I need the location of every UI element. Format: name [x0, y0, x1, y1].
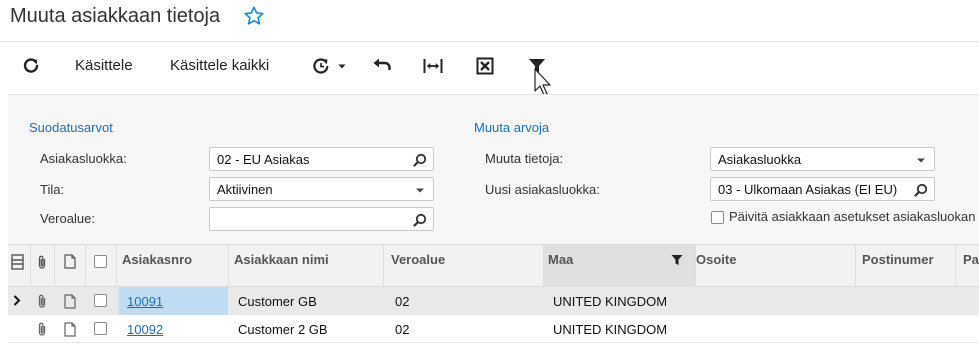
status-label: Tila: — [40, 182, 65, 197]
update-settings-label: Päivitä asiakkaan asetukset asiakasluoka… — [729, 209, 976, 224]
country-cell: UNITED KINGDOM — [553, 322, 668, 337]
column-separator — [855, 245, 856, 288]
schedule-refresh-icon — [313, 57, 329, 74]
process-button-label: Käsittele — [75, 57, 133, 74]
column-separator — [228, 245, 229, 288]
customer-grid: Asiakasnro Asiakkaan nimi Veroalue Maa O… — [8, 244, 979, 347]
row-select-checkbox[interactable] — [94, 322, 107, 335]
change-info-select[interactable]: Asiakasluokka — [710, 147, 935, 171]
excel-export-icon — [476, 57, 494, 74]
export-excel-button[interactable] — [476, 43, 494, 88]
note-icon[interactable] — [64, 322, 76, 337]
search-icon[interactable] — [914, 183, 928, 197]
column-header-more[interactable]: Pa — [963, 252, 979, 267]
update-settings-checkbox[interactable] — [711, 211, 724, 224]
column-header-country[interactable]: Maa — [548, 252, 573, 267]
new-class-value: 03 - Ulkomaan Asiakas (EI EU) — [718, 182, 898, 197]
schedule-menu-button[interactable] — [311, 43, 348, 88]
process-button[interactable]: Käsittele — [75, 43, 133, 88]
column-header-address[interactable]: Osoite — [696, 252, 736, 267]
column-header-customer-id[interactable]: Asiakasnro — [122, 252, 192, 267]
filter-panel: Suodatusarvot Asiakasluokka: 02 - EU Asi… — [8, 94, 979, 244]
fit-width-icon — [423, 58, 443, 73]
tax-zone-cell: 02 — [395, 294, 410, 309]
new-class-label: Uusi asiakasluokka: — [485, 182, 600, 197]
undo-button[interactable] — [372, 43, 392, 88]
select-all-checkbox[interactable] — [94, 255, 107, 268]
search-icon[interactable] — [413, 153, 427, 167]
status-value: Aktiivinen — [217, 182, 273, 197]
tax-zone-field[interactable] — [209, 207, 434, 231]
title-bar: Muuta asiakkaan tietoja — [0, 0, 979, 42]
process-all-button[interactable]: Käsittele kaikki — [170, 43, 269, 88]
chevron-down-icon — [338, 64, 346, 68]
column-separator — [85, 245, 86, 288]
process-all-button-label: Käsittele kaikki — [170, 57, 270, 74]
favorite-star-icon[interactable] — [243, 5, 265, 27]
refresh-icon — [23, 57, 39, 73]
column-separator — [543, 245, 544, 288]
change-section-header: Muuta arvoja — [474, 120, 550, 135]
column-header-tax-zone[interactable]: Veroalue — [391, 252, 445, 267]
column-separator — [54, 245, 55, 288]
customer-id-link[interactable]: 10092 — [127, 322, 163, 337]
column-filter-icon[interactable] — [671, 254, 683, 266]
attachment-icon[interactable] — [36, 293, 48, 309]
grid-header: Asiakasnro Asiakkaan nimi Veroalue Maa O… — [8, 244, 979, 288]
note-icon[interactable] — [64, 294, 76, 309]
attachment-icon — [38, 255, 46, 269]
filter-section-header: Suodatusarvot — [29, 120, 113, 135]
country-cell: UNITED KINGDOM — [553, 294, 668, 309]
customer-name-cell: Customer 2 GB — [238, 322, 328, 337]
table-row[interactable]: 10092 Customer 2 GB 02 UNITED KINGDOM — [8, 315, 979, 343]
chevron-down-icon[interactable] — [914, 153, 928, 167]
tax-zone-label: Veroalue: — [40, 211, 95, 226]
change-info-value: Asiakasluokka — [718, 152, 802, 167]
tax-zone-cell: 02 — [395, 322, 410, 337]
status-select[interactable]: Aktiivinen — [209, 177, 434, 201]
change-info-label: Muuta tietoja: — [485, 151, 564, 166]
customer-class-value: 02 - EU Asiakas — [217, 152, 310, 167]
customer-class-label: Asiakasluokka: — [40, 151, 127, 166]
new-class-field[interactable]: 03 - Ulkomaan Asiakas (EI EU) — [710, 177, 935, 201]
column-header-customer-name[interactable]: Asiakkaan nimi — [234, 252, 329, 267]
search-icon[interactable] — [413, 213, 427, 227]
undo-icon — [373, 58, 391, 70]
column-separator — [955, 245, 956, 288]
customer-id-link[interactable]: 10091 — [127, 294, 163, 309]
chevron-down-icon[interactable] — [413, 183, 427, 197]
page-title: Muuta asiakkaan tietoja — [10, 5, 221, 27]
customer-class-field[interactable]: 02 - EU Asiakas — [209, 147, 434, 171]
column-separator — [383, 245, 384, 288]
column-header-postal-code[interactable]: Postinumer — [862, 252, 934, 267]
column-separator — [30, 245, 31, 288]
column-separator — [116, 245, 117, 288]
table-row[interactable]: 10091 Customer GB 02 UNITED KINGDOM — [8, 287, 979, 315]
attachment-icon[interactable] — [36, 321, 48, 337]
toolbar: Käsittele Käsittele kaikki — [0, 43, 979, 96]
customer-name-cell: Customer GB — [238, 294, 317, 309]
current-row-arrow-icon — [13, 295, 21, 306]
refresh-button[interactable] — [22, 43, 40, 88]
fit-columns-button[interactable] — [423, 43, 443, 88]
row-menu-icon[interactable] — [11, 254, 24, 270]
note-icon — [64, 254, 76, 269]
row-select-checkbox[interactable] — [94, 294, 107, 307]
